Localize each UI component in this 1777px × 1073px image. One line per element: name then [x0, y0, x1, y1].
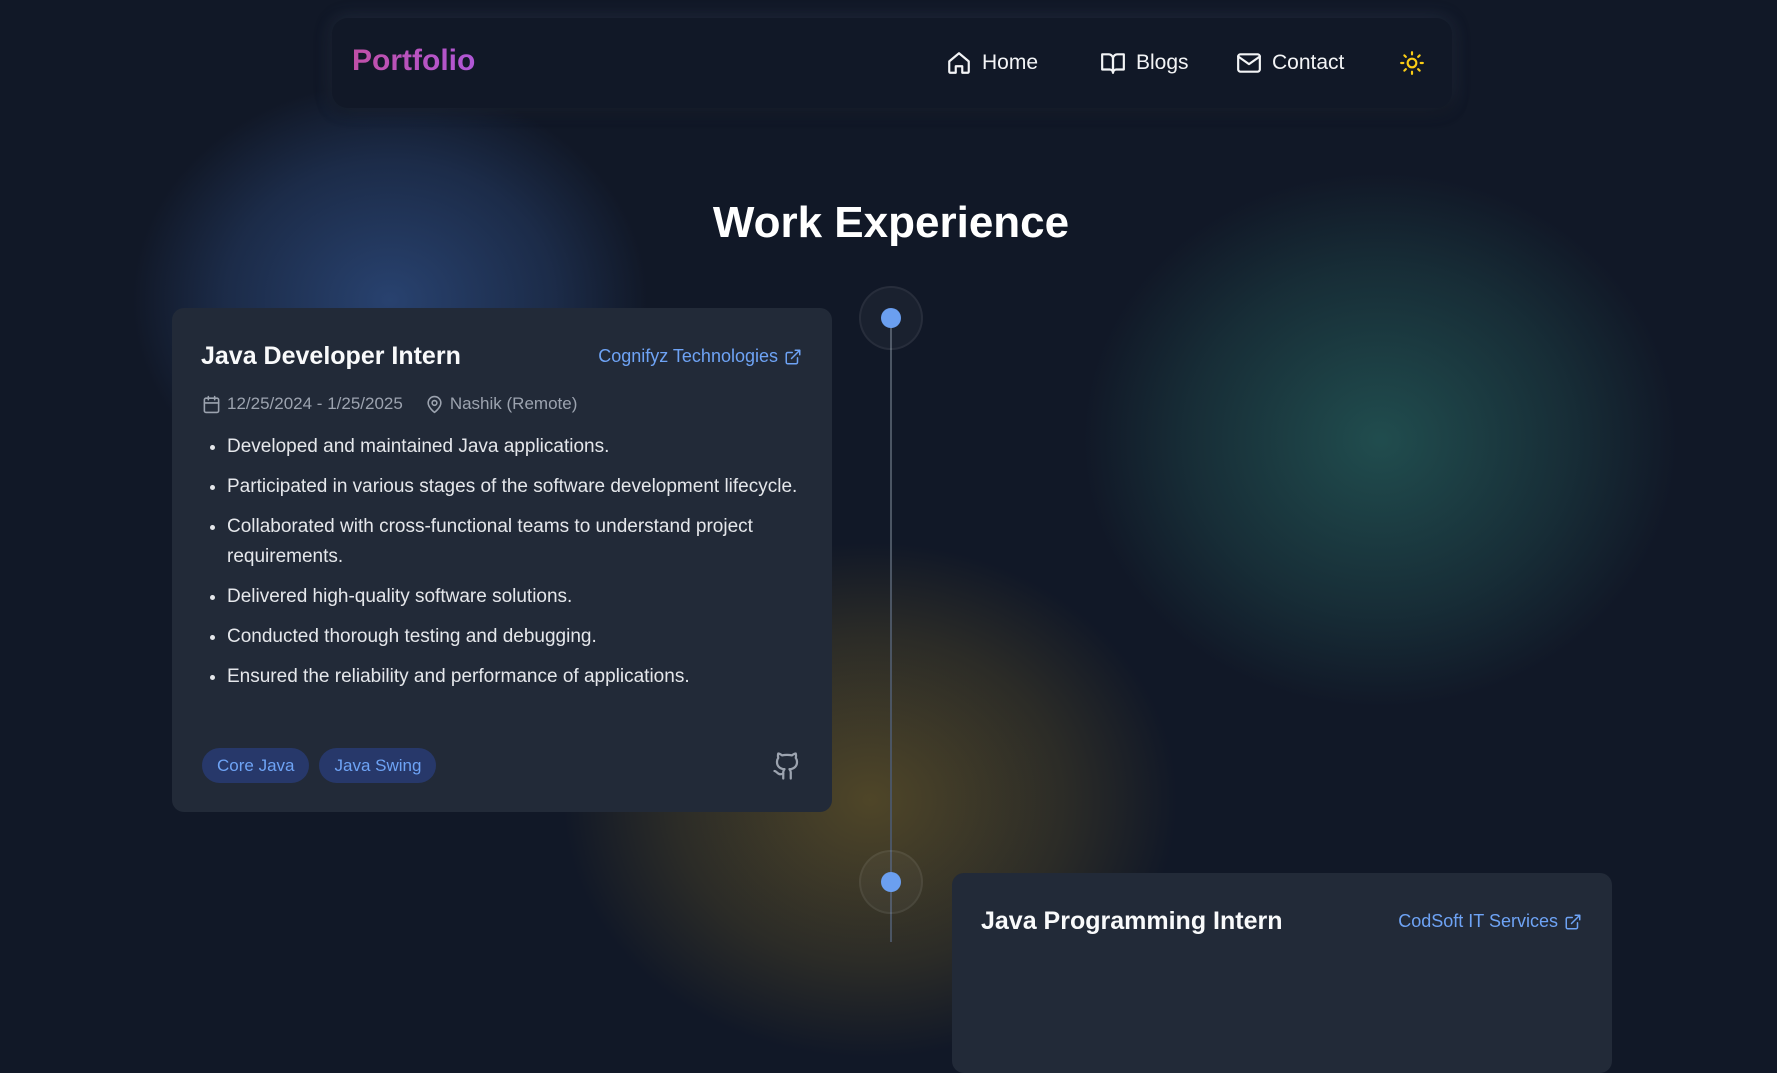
job-title: Java Developer Intern	[201, 342, 461, 370]
map-pin-icon	[427, 395, 442, 413]
experience-card: Java Developer Intern Cognifyz Technolog…	[172, 308, 832, 812]
company-name: Cognifyz Technologies	[598, 346, 778, 366]
tech-tags: Core Java Java Swing	[202, 748, 437, 783]
background-glow-teal	[1080, 170, 1680, 710]
tech-tag: Core Java	[202, 748, 310, 783]
company-link[interactable]: Cognifyz Technologies	[598, 346, 802, 367]
navbar: Portfolio Home Blogs Contact	[332, 18, 1452, 108]
section-title: Work Experience	[712, 198, 1070, 247]
job-title: Java Programming Intern	[981, 907, 1283, 935]
job-meta: 12/25/2024 - 1/25/2025 Nashik (Remote)	[202, 394, 577, 414]
company-link[interactable]: CodSoft IT Services	[1398, 911, 1582, 932]
nav-item-home-label: Home	[982, 51, 1039, 74]
theme-toggle-button[interactable]	[1397, 48, 1427, 78]
job-location: Nashik (Remote)	[425, 394, 578, 414]
nav-item-blogs[interactable]: Blogs	[1100, 48, 1189, 78]
calendar-icon	[203, 395, 220, 413]
job-dates: 12/25/2024 - 1/25/2025	[202, 394, 403, 414]
timeline-dot	[881, 872, 901, 892]
list-item: Collaborated with cross-functional teams…	[227, 512, 827, 572]
tech-tag: Java Swing	[319, 748, 437, 783]
github-icon[interactable]	[772, 751, 802, 781]
list-item: Conducted thorough testing and debugging…	[227, 622, 827, 652]
list-item: Participated in various stages of the so…	[227, 472, 827, 502]
home-icon	[948, 52, 970, 74]
duties-list: Developed and maintained Java applicatio…	[202, 432, 827, 702]
experience-card: Java Programming Intern CodSoft IT Servi…	[952, 873, 1612, 1073]
external-link-icon	[1565, 914, 1581, 929]
company-name: CodSoft IT Services	[1398, 911, 1558, 931]
nav-item-contact-label: Contact	[1272, 51, 1345, 74]
mail-icon	[1237, 53, 1261, 73]
job-dates-text: 12/25/2024 - 1/25/2025	[227, 394, 403, 413]
job-location-text: Nashik (Remote)	[449, 394, 578, 413]
list-item: Ensured the reliability and performance …	[227, 662, 827, 692]
external-link-icon	[785, 349, 801, 364]
timeline-dot	[881, 308, 901, 328]
book-open-icon	[1101, 53, 1125, 74]
timeline-line	[890, 318, 892, 942]
list-item: Developed and maintained Java applicatio…	[227, 432, 827, 462]
list-item: Delivered high-quality software solution…	[227, 582, 827, 612]
brand-logo[interactable]: Portfolio	[352, 44, 475, 78]
nav-item-home[interactable]: Home	[946, 48, 1038, 78]
sun-icon	[1400, 51, 1424, 75]
nav-item-contact[interactable]: Contact	[1236, 48, 1344, 78]
nav-item-blogs-label: Blogs	[1136, 51, 1189, 74]
